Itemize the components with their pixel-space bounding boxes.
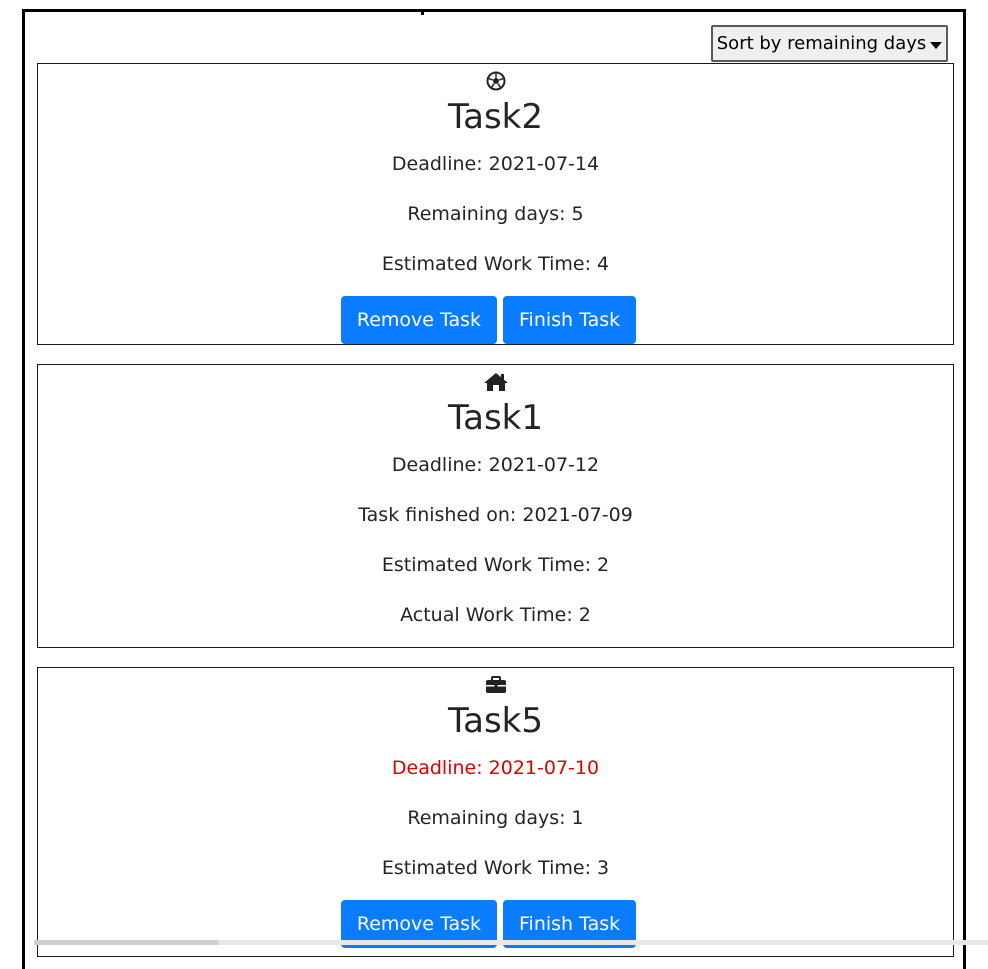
soccer-ball-icon <box>38 70 953 92</box>
sort-dropdown-label: Sort by remaining days <box>716 33 927 54</box>
scrollbar-thumb[interactable] <box>34 940 218 945</box>
task-finished-on: Task finished on: 2021-07-09 <box>358 504 633 526</box>
briefcase-icon <box>38 674 953 696</box>
task-title: Task1 <box>447 398 543 438</box>
finish-task-button[interactable]: Finish Task <box>503 296 637 344</box>
sort-dropdown-button[interactable]: Sort by remaining days <box>711 25 948 62</box>
task-card: Task1 Deadline: 2021-07-12 Task finished… <box>37 364 954 648</box>
task-title: Task5 <box>447 701 543 741</box>
task-title: Task2 <box>447 97 543 137</box>
task-estimated-work-time: Estimated Work Time: 3 <box>381 857 610 879</box>
task-estimated-work-time: Estimated Work Time: 4 <box>381 253 610 275</box>
task-estimated-work-time: Estimated Work Time: 2 <box>381 554 610 576</box>
task-remaining-days: Remaining days: 1 <box>407 807 584 829</box>
task-card: Task5 Deadline: 2021-07-10 Remaining day… <box>37 667 954 957</box>
task-actual-work-time: Actual Work Time: 2 <box>400 604 591 626</box>
task-actions: Remove Task Finish Task <box>24 296 953 344</box>
caret-down-icon <box>930 42 943 49</box>
home-icon <box>38 371 953 393</box>
frame-notch <box>421 12 424 15</box>
task-card: Task2 Deadline: 2021-07-14 Remaining day… <box>37 63 954 345</box>
task-deadline: Deadline: 2021-07-12 <box>391 454 600 476</box>
task-deadline-overdue: Deadline: 2021-07-10 <box>391 757 600 779</box>
task-remaining-days: Remaining days: 5 <box>407 203 584 225</box>
remove-task-button[interactable]: Remove Task <box>340 296 497 344</box>
task-deadline: Deadline: 2021-07-14 <box>391 153 600 175</box>
